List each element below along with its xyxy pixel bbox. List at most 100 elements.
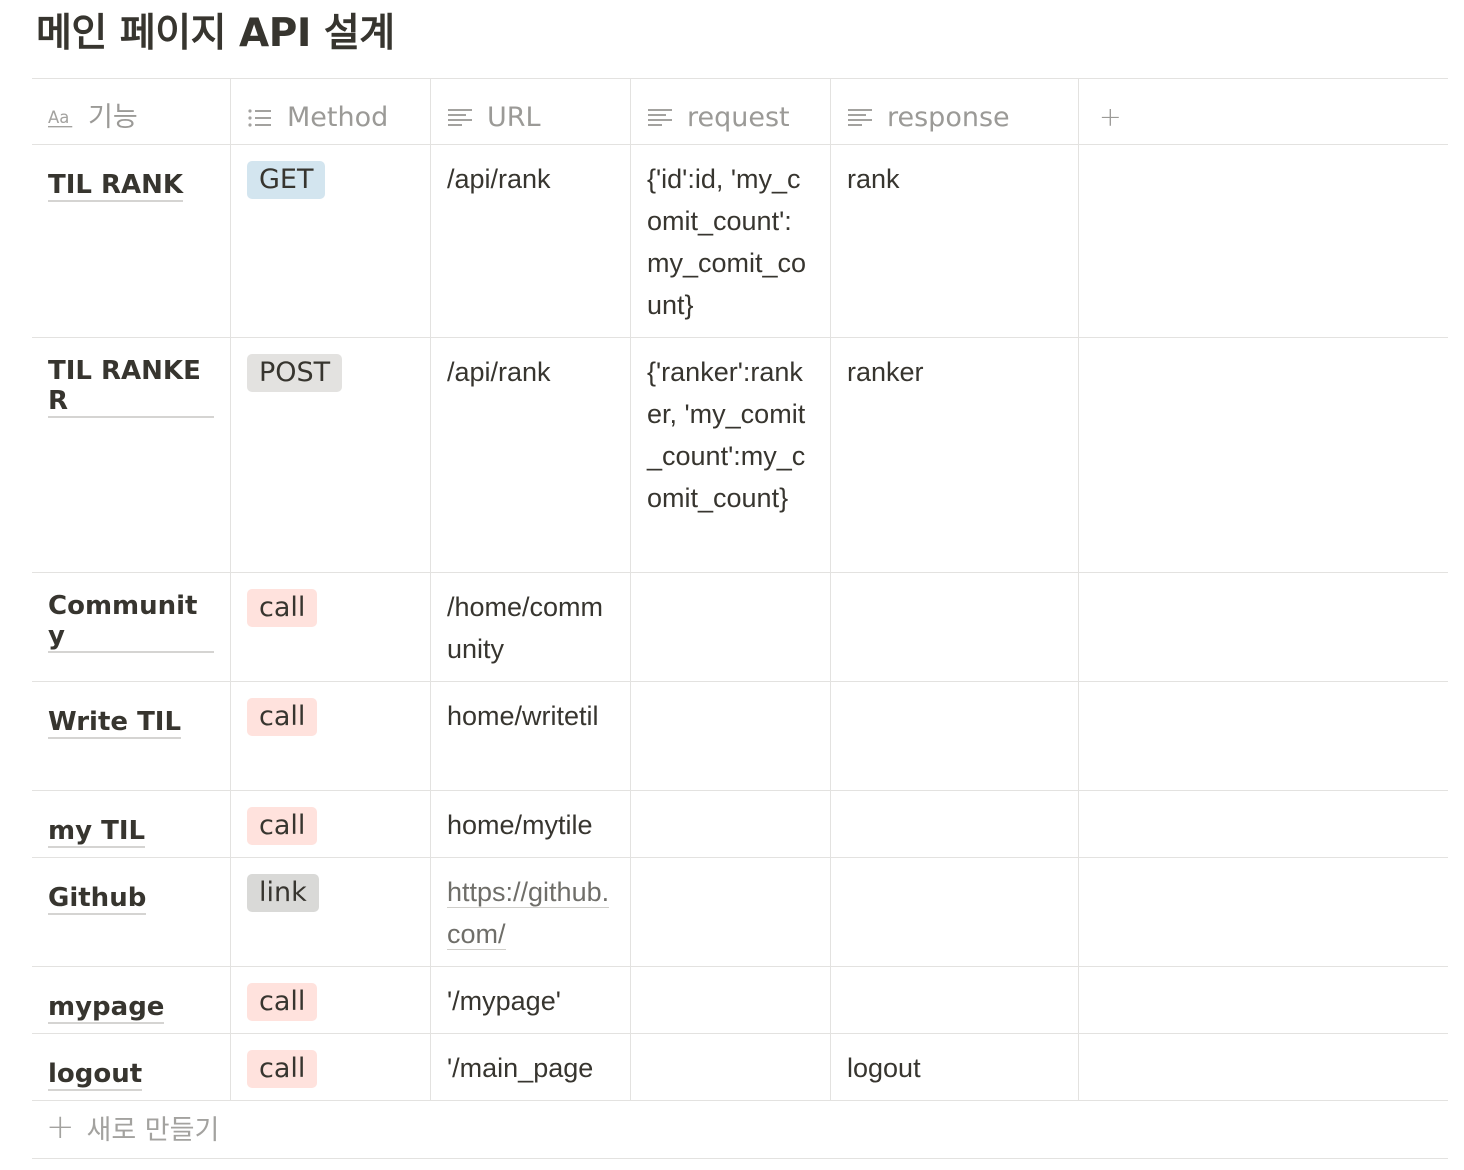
cell-response[interactable] xyxy=(831,573,1079,681)
url-text: /api/rank xyxy=(447,357,551,387)
cell-method[interactable]: link xyxy=(231,858,431,966)
row-title-link[interactable]: TIL RANK xyxy=(48,170,184,202)
add-column-button[interactable]: + xyxy=(1079,79,1448,144)
cell-feature[interactable]: Community xyxy=(32,573,231,681)
cell-empty xyxy=(1079,145,1448,337)
url-text: '/main_page xyxy=(447,1053,594,1083)
method-tag: call xyxy=(247,983,318,1021)
cell-feature[interactable]: logout xyxy=(32,1034,231,1100)
cell-request[interactable]: {'id':id, 'my_comit_count':my_comit_coun… xyxy=(631,145,831,337)
method-tag: POST xyxy=(247,354,343,392)
url-text: home/mytile xyxy=(447,810,593,840)
column-header-label: URL xyxy=(487,101,541,133)
column-header-request[interactable]: request xyxy=(631,79,831,144)
table-row[interactable]: logout call '/main_page logout xyxy=(32,1034,1448,1101)
new-row-button[interactable]: + 새로 만들기 xyxy=(32,1096,1448,1159)
cell-empty xyxy=(1079,338,1448,572)
row-title-link[interactable]: Github xyxy=(48,883,147,915)
cell-response[interactable]: logout xyxy=(831,1034,1079,1100)
row-title-link[interactable]: Community xyxy=(48,591,214,653)
text-lines-icon xyxy=(447,105,473,131)
cell-method[interactable]: GET xyxy=(231,145,431,337)
cell-feature[interactable]: TIL RANK xyxy=(32,145,231,337)
cell-url[interactable]: '/main_page xyxy=(431,1034,631,1100)
row-title-link[interactable]: TIL RANKER xyxy=(48,356,214,418)
cell-request[interactable] xyxy=(631,682,831,790)
cell-url[interactable]: home/mytile xyxy=(431,791,631,857)
cell-response[interactable] xyxy=(831,791,1079,857)
cell-response[interactable]: rank xyxy=(831,145,1079,337)
table-header: Aa 기능 Method URL request response + xyxy=(32,79,1448,145)
cell-url[interactable]: '/mypage' xyxy=(431,967,631,1033)
list-icon xyxy=(247,105,273,131)
cell-url[interactable]: /api/rank xyxy=(431,145,631,337)
url-link[interactable]: https://github.com/ xyxy=(447,877,610,950)
url-text: '/mypage' xyxy=(447,986,561,1016)
url-text: /api/rank xyxy=(447,164,551,194)
response-text: ranker xyxy=(847,357,924,387)
cell-response[interactable] xyxy=(831,967,1079,1033)
cell-request[interactable] xyxy=(631,858,831,966)
cell-url[interactable]: home/writetil xyxy=(431,682,631,790)
column-header-url[interactable]: URL xyxy=(431,79,631,144)
response-text: logout xyxy=(847,1053,921,1083)
row-title-link[interactable]: Write TIL xyxy=(48,707,182,739)
cell-method[interactable]: call xyxy=(231,682,431,790)
cell-response[interactable] xyxy=(831,682,1079,790)
method-tag: call xyxy=(247,698,318,736)
url-text: home/writetil xyxy=(447,701,599,731)
cell-response[interactable] xyxy=(831,858,1079,966)
cell-empty xyxy=(1079,1034,1448,1100)
cell-method[interactable]: call xyxy=(231,1034,431,1100)
row-title-link[interactable]: mypage xyxy=(48,992,165,1024)
method-tag: call xyxy=(247,1050,318,1088)
cell-method[interactable]: call xyxy=(231,573,431,681)
column-header-feature[interactable]: Aa 기능 xyxy=(32,79,231,144)
cell-method[interactable]: call xyxy=(231,967,431,1033)
cell-method[interactable]: call xyxy=(231,791,431,857)
cell-request[interactable] xyxy=(631,573,831,681)
method-tag: link xyxy=(247,874,319,912)
table-row[interactable]: mypage call '/mypage' xyxy=(32,967,1448,1034)
table-row[interactable]: Community call/home/community xyxy=(32,573,1448,682)
cell-request[interactable] xyxy=(631,967,831,1033)
row-title-link[interactable]: my TIL xyxy=(48,816,146,848)
cell-url[interactable]: /home/community xyxy=(431,573,631,681)
row-title-link[interactable]: logout xyxy=(48,1059,143,1091)
plus-icon: + xyxy=(46,1107,75,1147)
page-title: 메인 페이지 API 설계 xyxy=(36,11,395,56)
cell-url[interactable]: /api/rank xyxy=(431,338,631,572)
cell-empty xyxy=(1079,858,1448,966)
cell-feature[interactable]: Github xyxy=(32,858,231,966)
cell-feature[interactable]: Write TIL xyxy=(32,682,231,790)
cell-request[interactable] xyxy=(631,1034,831,1100)
cell-response[interactable]: ranker xyxy=(831,338,1079,572)
column-header-label: Method xyxy=(287,101,389,133)
table-row[interactable]: my TIL call home/mytile xyxy=(32,791,1448,858)
table-row[interactable]: Write TIL call home/writetil xyxy=(32,682,1448,791)
svg-text:Aa: Aa xyxy=(48,108,69,127)
table-row[interactable]: TIL RANKER POST/api/rank {'ranker':ranker,… xyxy=(32,338,1448,573)
cell-feature[interactable]: my TIL xyxy=(32,791,231,857)
column-header-response[interactable]: response xyxy=(831,79,1079,144)
text-lines-icon xyxy=(847,105,873,131)
cell-request[interactable]: {'ranker':ranker, 'my_comit_count':my_co… xyxy=(631,338,831,572)
url-text: /home/community xyxy=(447,592,604,664)
table-row[interactable]: Github link https://github.com/ xyxy=(32,858,1448,967)
cell-empty xyxy=(1079,682,1448,790)
table-row[interactable]: TIL RANK GET/api/rank {'id':id, 'my_comit_… xyxy=(32,145,1448,338)
cell-request[interactable] xyxy=(631,791,831,857)
column-header-method[interactable]: Method xyxy=(231,79,431,144)
cell-empty xyxy=(1079,967,1448,1033)
text-lines-icon xyxy=(647,105,673,131)
database-table: Aa 기능 Method URL request response + TIL … xyxy=(32,78,1448,1101)
new-row-label: 새로 만들기 xyxy=(86,1114,220,1146)
cell-url[interactable]: https://github.com/ xyxy=(431,858,631,966)
cell-feature[interactable]: TIL RANKER xyxy=(32,338,231,572)
cell-method[interactable]: POST xyxy=(231,338,431,572)
request-text: {'ranker':ranker, 'my_comit_count':my_co… xyxy=(647,357,806,513)
title-icon: Aa xyxy=(48,105,74,131)
method-tag: call xyxy=(247,589,318,627)
cell-feature[interactable]: mypage xyxy=(32,967,231,1033)
method-tag: GET xyxy=(247,161,326,199)
